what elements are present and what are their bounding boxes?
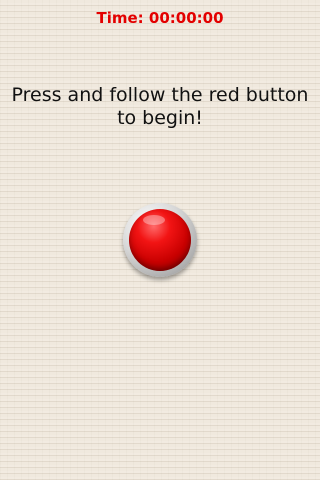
instructions-text: Press and follow the red button to begin… — [0, 84, 320, 130]
instructions-line-2: to begin! — [117, 107, 203, 129]
timer-label: Time: — [96, 9, 144, 27]
timer-value: 00:00:00 — [148, 9, 224, 27]
red-button[interactable] — [123, 203, 197, 277]
red-button-highlight — [143, 215, 165, 225]
instructions-line-1: Press and follow the red button — [11, 84, 309, 106]
timer-display: Time: 00:00:00 — [0, 9, 320, 27]
